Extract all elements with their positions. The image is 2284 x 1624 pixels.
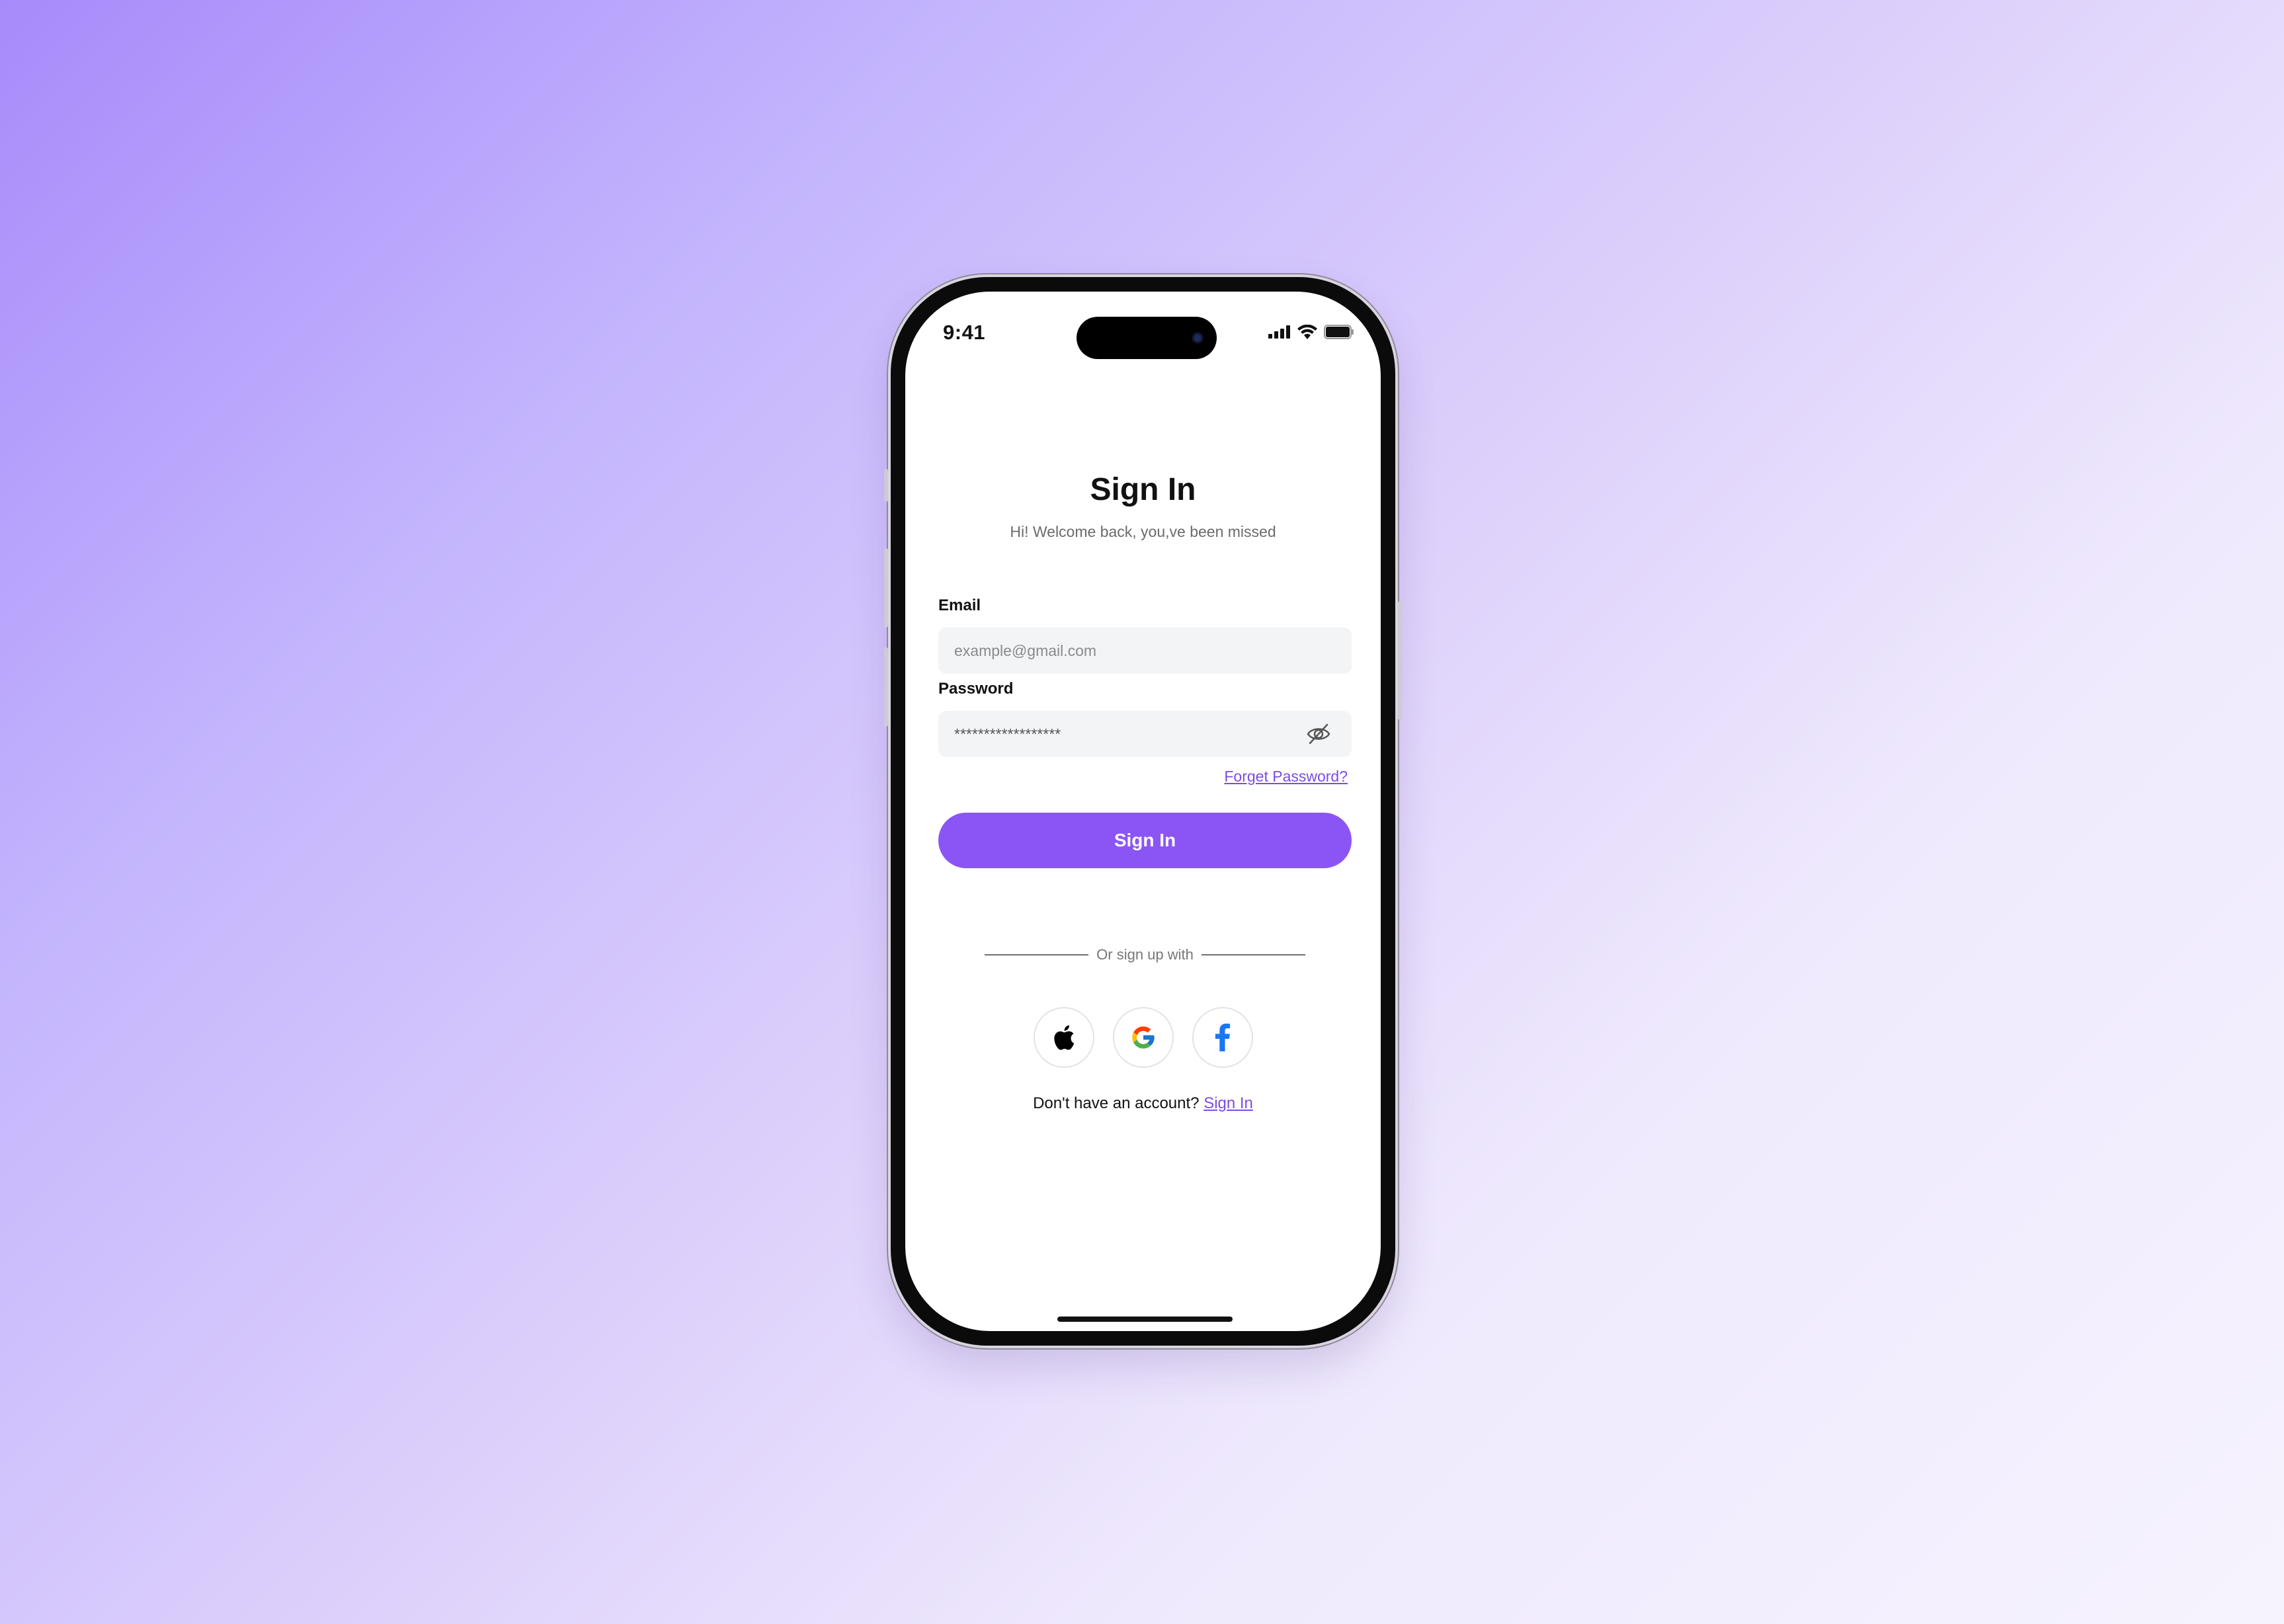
cellular-signal-icon bbox=[1268, 325, 1290, 339]
home-indicator bbox=[1057, 1317, 1233, 1322]
camera-icon bbox=[1192, 332, 1203, 344]
signup-prompt: Don't have an account? Sign In bbox=[905, 1094, 1381, 1113]
dynamic-island bbox=[1077, 317, 1217, 359]
forgot-password-link[interactable]: Forget Password? bbox=[1224, 768, 1348, 786]
email-label: Email bbox=[938, 596, 981, 614]
phone-silent-switch bbox=[884, 469, 888, 502]
page-title: Sign In bbox=[1090, 472, 1196, 507]
apple-icon bbox=[1053, 1025, 1074, 1050]
social-buttons bbox=[905, 1007, 1381, 1068]
status-time: 9:41 bbox=[943, 321, 986, 344]
email-field-container bbox=[938, 628, 1352, 674]
sign-in-button[interactable]: Sign In bbox=[938, 813, 1352, 868]
email-input[interactable] bbox=[938, 628, 1352, 674]
phone-screen: 9:41 Sign In Hi! Welcome back, you,ve be… bbox=[905, 292, 1381, 1331]
phone-volume-down bbox=[884, 647, 888, 727]
facebook-icon bbox=[1215, 1024, 1230, 1051]
eye-off-icon[interactable] bbox=[1305, 722, 1332, 746]
phone-frame: 9:41 Sign In Hi! Welcome back, you,ve be… bbox=[884, 274, 1402, 1348]
divider-text: Or sign up with bbox=[1096, 946, 1194, 963]
password-input[interactable] bbox=[938, 711, 1352, 757]
divider-line-right bbox=[1201, 954, 1306, 955]
password-label: Password bbox=[938, 680, 1014, 698]
page-subtitle: Hi! Welcome back, you,ve been missed bbox=[1010, 523, 1276, 540]
divider-line-left bbox=[985, 954, 1089, 955]
apple-sign-in-button[interactable] bbox=[1033, 1007, 1094, 1068]
signup-prompt-text: Don't have an account? bbox=[1033, 1094, 1200, 1112]
status-icons bbox=[1268, 325, 1354, 339]
wifi-icon bbox=[1297, 325, 1317, 339]
phone-power-button bbox=[1398, 601, 1402, 720]
sign-in-link[interactable]: Sign In bbox=[1203, 1094, 1253, 1112]
facebook-sign-in-button[interactable] bbox=[1192, 1007, 1253, 1068]
battery-icon bbox=[1324, 325, 1354, 339]
google-sign-in-button[interactable] bbox=[1112, 1007, 1174, 1068]
password-field-container bbox=[938, 711, 1352, 757]
phone-volume-up bbox=[884, 548, 888, 628]
google-icon bbox=[1131, 1026, 1155, 1049]
social-divider: Or sign up with bbox=[985, 946, 1306, 963]
